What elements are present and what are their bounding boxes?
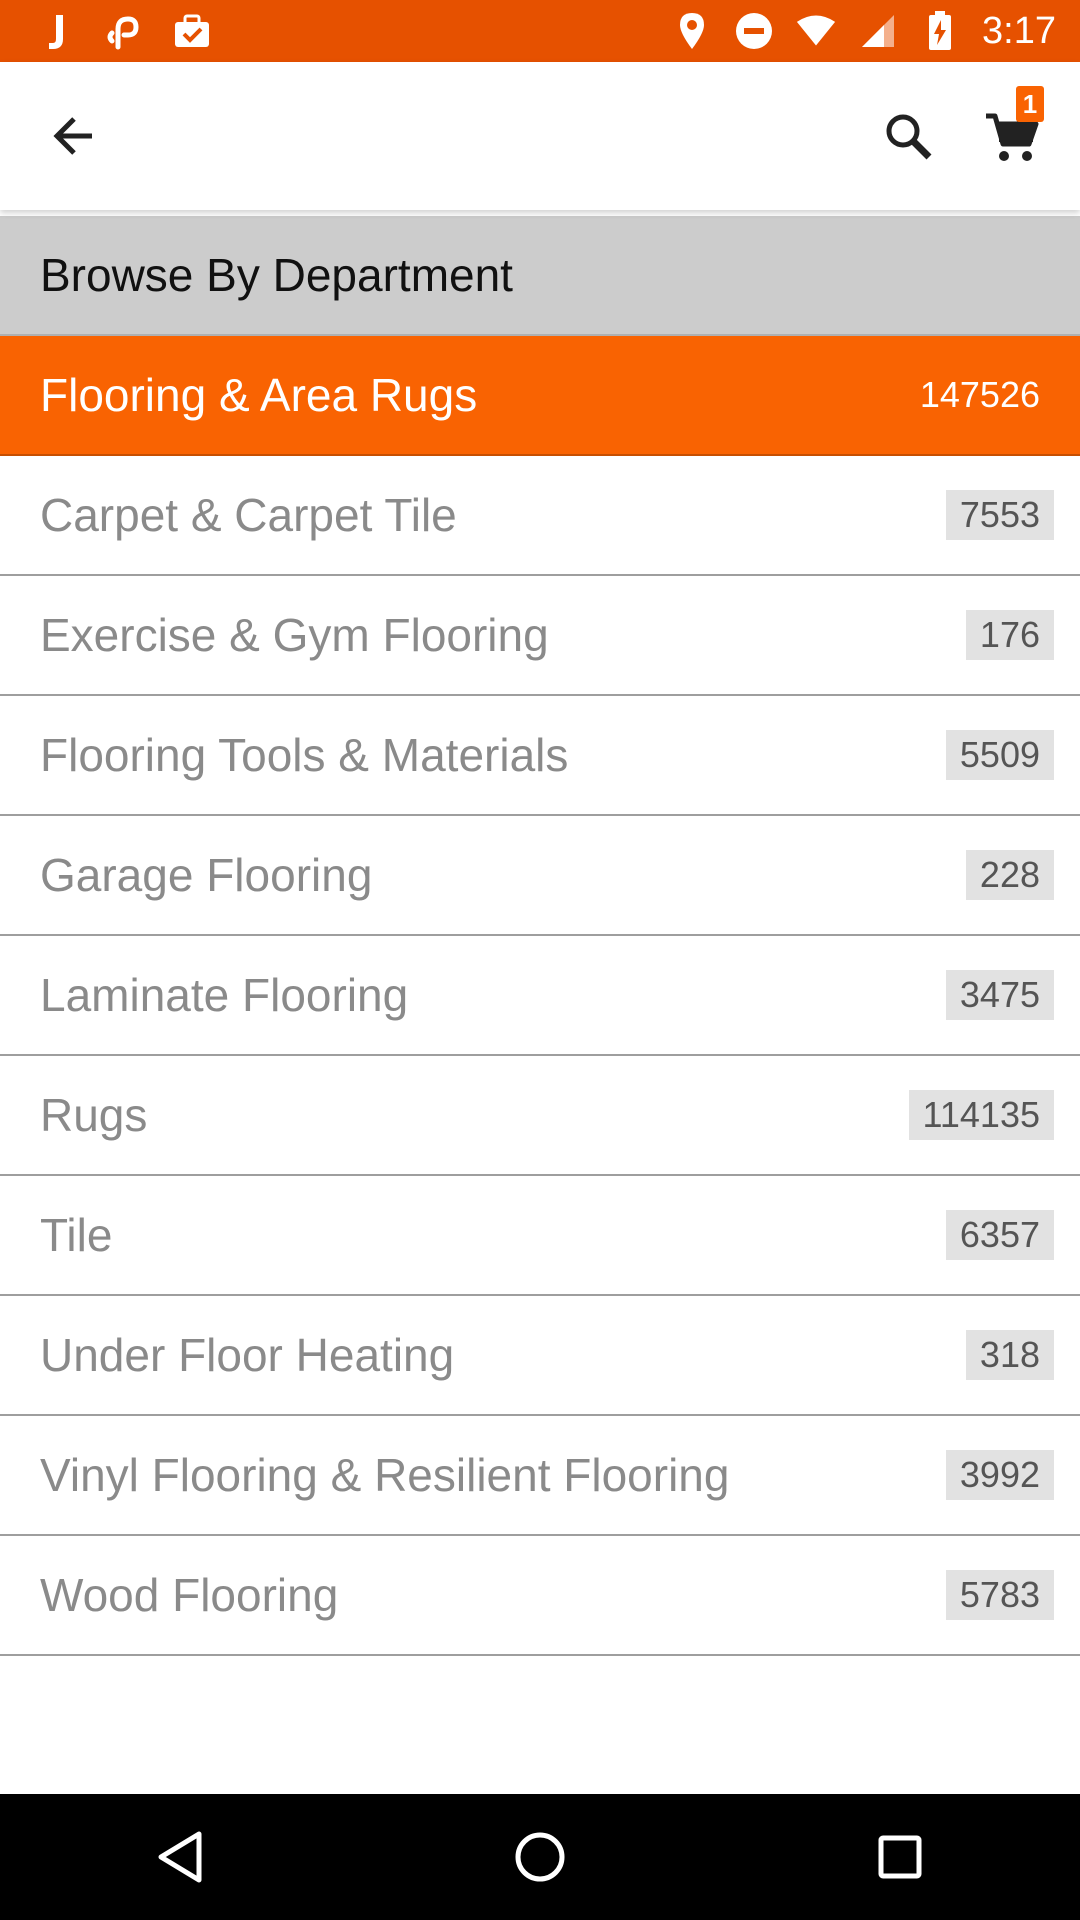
- status-bar-notifications: [36, 11, 212, 51]
- j-app-icon: [36, 11, 76, 51]
- department-count: 5509: [945, 730, 1054, 780]
- search-icon: [886, 114, 932, 160]
- department-row-flooring-area-rugs[interactable]: Flooring & Area Rugs 147526: [0, 336, 1080, 456]
- department-row-rugs[interactable]: Rugs 114135: [0, 1056, 1080, 1176]
- department-row-vinyl-flooring[interactable]: Vinyl Flooring & Resilient Flooring 3992: [0, 1416, 1080, 1536]
- department-row-wood-flooring[interactable]: Wood Flooring 5783: [0, 1536, 1080, 1656]
- department-label: Flooring & Area Rugs: [40, 369, 478, 421]
- department-row-exercise-gym[interactable]: Exercise & Gym Flooring 176: [0, 576, 1080, 696]
- nav-home-button[interactable]: [500, 1817, 580, 1897]
- department-label: Tile: [40, 1209, 113, 1261]
- department-label: Exercise & Gym Flooring: [40, 609, 549, 661]
- department-count: 114135: [908, 1090, 1054, 1140]
- department-count: 6357: [945, 1210, 1054, 1260]
- department-label: Garage Flooring: [40, 849, 373, 901]
- department-row-laminate-flooring[interactable]: Laminate Flooring 3475: [0, 936, 1080, 1056]
- department-row-under-floor-heating[interactable]: Under Floor Heating 318: [0, 1296, 1080, 1416]
- battery-charging-icon: [920, 11, 960, 51]
- search-button[interactable]: [878, 106, 938, 166]
- location-pin-icon: [672, 11, 712, 51]
- department-count: 7553: [945, 490, 1054, 540]
- department-count: 176: [965, 610, 1054, 660]
- briefcase-check-icon: [172, 11, 212, 51]
- department-label: Flooring Tools & Materials: [40, 729, 569, 781]
- system-nav-bar: [0, 1794, 1080, 1920]
- back-button[interactable]: [44, 106, 104, 166]
- department-count: 318: [965, 1330, 1054, 1380]
- department-count: 147526: [919, 374, 1040, 415]
- nav-recents-icon: [878, 1835, 922, 1879]
- department-label: Carpet & Carpet Tile: [40, 489, 457, 541]
- department-label: Wood Flooring: [40, 1569, 339, 1621]
- department-row-garage-flooring[interactable]: Garage Flooring 228: [0, 816, 1080, 936]
- do-not-disturb-icon: [734, 11, 774, 51]
- department-row-flooring-tools[interactable]: Flooring Tools & Materials 5509: [0, 696, 1080, 816]
- department-label: Vinyl Flooring & Resilient Flooring: [40, 1449, 730, 1501]
- nav-back-button[interactable]: [140, 1817, 220, 1897]
- nav-back-icon: [158, 1831, 202, 1883]
- link-app-icon: [104, 11, 144, 51]
- app-bar: [0, 62, 1080, 210]
- signal-icon: [858, 11, 898, 51]
- department-list: Flooring & Area Rugs 147526 Carpet & Car…: [0, 336, 1080, 1656]
- cart-count-badge: 1: [1016, 86, 1044, 122]
- wifi-icon: [796, 11, 836, 51]
- department-count: 3992: [945, 1450, 1054, 1500]
- status-time: 3:17: [982, 9, 1056, 52]
- section-title: Browse By Department: [40, 249, 513, 301]
- department-label: Laminate Flooring: [40, 969, 409, 1021]
- status-bar: 3:17: [0, 0, 1080, 62]
- department-row-carpet[interactable]: Carpet & Carpet Tile 7553: [0, 456, 1080, 576]
- nav-home-icon: [515, 1832, 565, 1882]
- department-count: 5783: [945, 1570, 1054, 1620]
- department-count: 3475: [945, 970, 1054, 1020]
- nav-recents-button[interactable]: [860, 1817, 940, 1897]
- status-bar-system: 3:17: [672, 10, 1056, 53]
- department-label: Rugs: [40, 1089, 148, 1141]
- department-row-tile[interactable]: Tile 6357: [0, 1176, 1080, 1296]
- department-count: 228: [965, 850, 1054, 900]
- department-label: Under Floor Heating: [40, 1329, 455, 1381]
- arrow-back-icon: [53, 117, 92, 155]
- section-header: Browse By Department: [0, 216, 1080, 336]
